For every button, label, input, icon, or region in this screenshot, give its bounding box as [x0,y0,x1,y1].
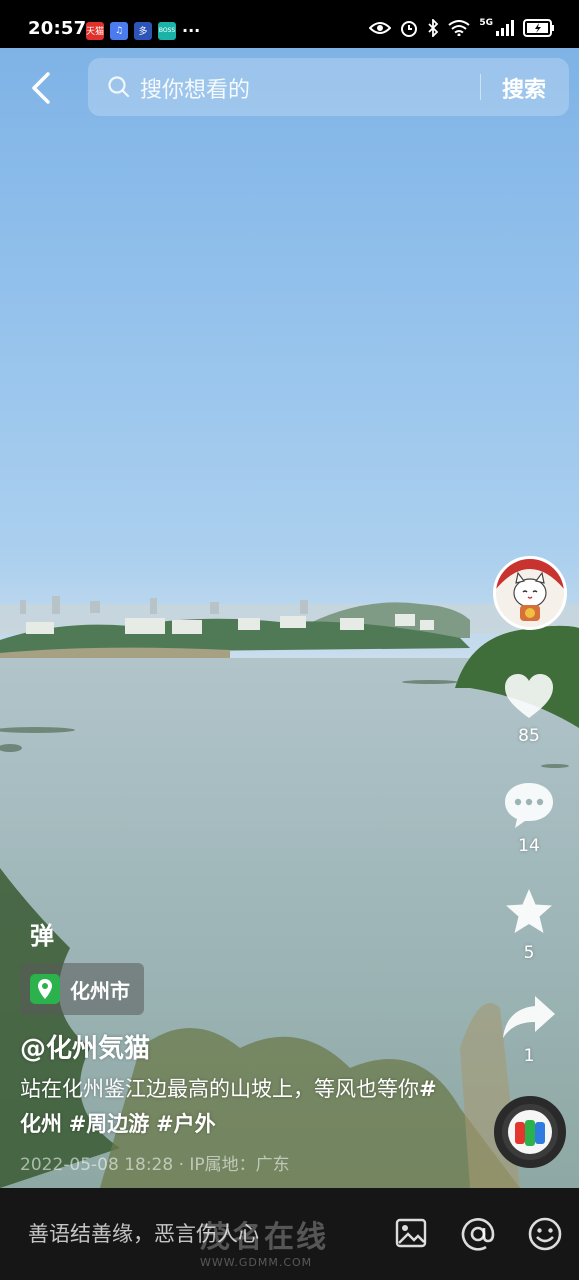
eye-icon [369,22,392,34]
share-count: 1 [523,1046,535,1066]
search-divider [480,74,481,100]
hashtag[interactable]: #户外 [156,1112,216,1136]
lucky-cat-avatar-icon [496,559,564,627]
comment-count: 14 [518,836,540,856]
mention-icon[interactable] [460,1216,496,1252]
star-icon [506,889,552,933]
post-meta: 2022-05-08 18:28 · IP属地：广东 [20,1155,290,1175]
music-disc[interactable] [494,1096,566,1168]
bluetooth-icon [428,19,439,37]
favorite-count: 5 [523,943,535,963]
search-button[interactable]: 搜索 [502,72,546,104]
back-arrow-icon[interactable] [28,70,56,106]
location-pin-icon [30,974,60,1004]
boss-zhipin-icon: BOSS [158,21,176,40]
caption-text: 站在化州鉴江边最高的山坡上，等风也等你 [20,1077,419,1101]
author-avatar[interactable] [493,556,567,630]
favorite-button[interactable]: 5 [494,887,564,963]
search-input[interactable]: 搜你想看的 [140,72,250,104]
video-caption: 站在化州鉴江边最高的山坡上，等风也等你#化州 #周边游 #户外 [20,1072,440,1142]
share-button[interactable]: 1 [494,994,564,1066]
app-icon: 多 [134,21,152,40]
search-bar[interactable]: 搜你想看的 搜索 [88,58,569,116]
signal-icon [496,20,514,36]
share-arrow-icon [503,996,555,1038]
like-button[interactable]: 85 [494,672,564,746]
battery-charging-icon [523,19,554,37]
comment-button[interactable]: 14 [494,780,564,856]
more-notifications: ··· [182,21,201,40]
network-type: 5G [479,18,493,28]
hashtag[interactable]: #周边游 [69,1112,150,1136]
landscape-image [0,596,579,1188]
like-count: 85 [518,726,540,746]
emoji-icon[interactable] [527,1216,563,1252]
music-cover-icon [508,1110,552,1154]
author-name[interactable]: @化州気猫 [20,1028,150,1065]
heart-icon [505,674,553,718]
status-time: 20:57 [28,18,87,39]
status-bar: 20:57 天猫 ♫ 多 BOSS ··· 5G [0,0,579,48]
system-icons: 5G [369,18,555,37]
comment-bubble-icon [505,783,553,828]
danmaku-toggle[interactable]: 弹 [30,916,54,951]
tmall-icon: 天猫 [86,21,104,40]
music-app-icon: ♫ [110,21,128,40]
location-label: 化州市 [70,978,130,1003]
watermark: 茂名在线 WWW.GDMM.COM [200,1212,328,1269]
search-icon [108,76,130,98]
location-tag[interactable]: 化州市 [20,963,144,1015]
image-icon[interactable] [394,1216,428,1250]
video-player[interactable] [0,48,579,1188]
alarm-icon [401,21,418,37]
watermark-text: 茂名在线 [200,1220,328,1255]
wifi-icon [448,20,470,36]
notification-icons: 天猫 ♫ 多 BOSS ··· [86,21,200,40]
watermark-url: WWW.GDMM.COM [200,1256,313,1269]
